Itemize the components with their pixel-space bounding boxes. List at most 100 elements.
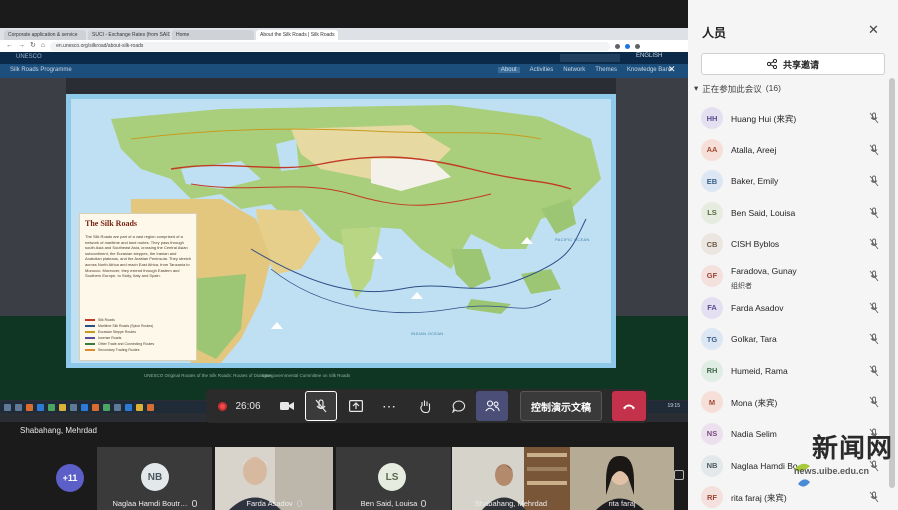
watermark-url: news.uibe.edu.cn <box>794 466 870 476</box>
nav-network[interactable]: Network <box>563 67 585 73</box>
browser-tab[interactable]: Home <box>172 30 254 40</box>
taskbar-app-icon[interactable] <box>103 403 110 411</box>
profile-icon[interactable] <box>635 43 641 49</box>
chat-button[interactable] <box>446 391 472 421</box>
browser-tab-active[interactable]: About the Silk Roads | Silk Roads <box>256 30 338 40</box>
leave-call-button[interactable] <box>612 391 646 421</box>
mic-off-icon[interactable] <box>869 270 879 282</box>
legend-item: Silk Roads <box>85 318 154 322</box>
hand-icon <box>420 400 431 413</box>
teams-window: Corporate application & service SUCI - E… <box>0 0 898 510</box>
participant-row[interactable]: HH Huang Hui (来宾) <box>688 104 888 136</box>
taskbar-app-icon[interactable] <box>59 403 66 411</box>
taskbar-app-icon[interactable] <box>92 403 99 411</box>
participant-tile[interactable]: NB Naglaa Hamdi Boutr… <box>97 447 212 510</box>
taskbar-app-icon[interactable] <box>37 403 44 411</box>
avatar: NS <box>701 422 723 445</box>
raise-hand-button[interactable] <box>412 391 438 421</box>
legend-label: Other Trade and Connecting Routes <box>98 342 155 346</box>
share-invite-button[interactable]: 共享邀请 <box>701 53 885 75</box>
language-selector[interactable]: ENGLISH <box>636 53 662 59</box>
taskbar-app-icon[interactable] <box>125 403 132 411</box>
nav-about[interactable]: About <box>497 67 520 73</box>
footer-link[interactable]: UNESCO Original Routes of the Silk Roads… <box>144 373 272 379</box>
more-participants-button[interactable]: +11 <box>56 464 84 492</box>
lightbox-close-icon[interactable]: ✕ <box>668 64 676 75</box>
extension-icon[interactable] <box>625 43 631 49</box>
back-icon[interactable]: ← <box>6 41 13 51</box>
participant-video-tile[interactable]: Farda Asadov <box>215 447 333 510</box>
legend-label: Secondary Trading Routes <box>98 348 140 352</box>
mic-off-icon[interactable] <box>869 144 879 156</box>
mic-off-icon[interactable] <box>869 302 879 314</box>
participant-row[interactable]: AA Atalla, Areej <box>688 136 888 168</box>
participant-video-tile[interactable]: Shabahang, Mehrdad <box>452 447 570 510</box>
participant-row[interactable]: CB CISH Byblos <box>688 230 888 262</box>
extension-icon[interactable] <box>615 43 621 49</box>
taskbar-app-icon[interactable] <box>26 403 33 411</box>
watermark-text: 新闻网 <box>812 434 894 464</box>
map-legend-box: The Silk Roads The Silk Roads are part o… <box>79 213 197 361</box>
participant-name: Humeid, Rama <box>731 365 788 376</box>
control-presentation-button[interactable]: 控制演示文稿 <box>520 391 602 421</box>
participant-tile[interactable]: LS Ben Said, Louisa <box>336 447 451 510</box>
browser-tab[interactable]: Corporate application & service <box>4 30 86 40</box>
browser-tab[interactable]: SUCI - Exchange Rates (from SAIC) <box>88 30 170 40</box>
presenter-name: Shabahang, Mehrdad <box>20 426 97 435</box>
mic-off-icon[interactable] <box>869 238 879 250</box>
participant-role: 组织者 <box>731 282 752 290</box>
participant-row[interactable]: EB Baker, Emily <box>688 167 888 199</box>
taskbar-app-icon[interactable] <box>147 403 154 411</box>
mic-off-icon[interactable] <box>869 112 879 124</box>
taskbar-app-icon[interactable] <box>81 403 88 411</box>
participant-name: Faradova, Gunay <box>731 265 797 276</box>
mic-off-icon[interactable] <box>869 333 879 345</box>
participant-row[interactable]: FA Farda Asadov <box>688 294 888 326</box>
legend-label: Incense Roads <box>98 336 122 340</box>
mic-off-icon[interactable] <box>869 207 879 219</box>
meeting-timer: 26:06 <box>235 400 261 412</box>
unesco-logo[interactable]: UNESCO <box>16 54 42 60</box>
legend-swatch <box>85 343 95 345</box>
panel-title: 人员 <box>702 26 727 40</box>
mic-off-icon[interactable] <box>869 365 879 377</box>
nav-themes[interactable]: Themes <box>595 67 617 73</box>
url-field[interactable]: en.unesco.org/silkroad/about-silk-roads <box>50 41 611 51</box>
taskbar-app-icon[interactable] <box>48 403 55 411</box>
avatar: GF <box>701 264 723 287</box>
nav-knowledge-bank[interactable]: Knowledge Bank <box>627 67 672 73</box>
site-search-input[interactable] <box>560 54 620 62</box>
programme-title[interactable]: Silk Roads Programme <box>10 67 72 73</box>
taskbar-search-icon[interactable] <box>15 403 22 411</box>
reload-icon[interactable]: ↻ <box>30 41 36 51</box>
legend-swatch <box>85 325 95 327</box>
home-icon[interactable]: ⌂ <box>41 41 45 51</box>
participant-row[interactable]: RH Humeid, Rama <box>688 357 888 389</box>
participant-row[interactable]: TG Golkar, Tara <box>688 325 888 357</box>
windows-start-icon[interactable] <box>4 403 11 411</box>
more-actions-icon[interactable]: ⋯ <box>376 391 402 421</box>
participant-video-tile[interactable]: rita faraj <box>570 447 674 510</box>
mic-button[interactable] <box>305 391 337 421</box>
unesco-header: UNESCO ENGLISH <box>0 52 688 64</box>
taskbar-app-icon[interactable] <box>114 403 121 411</box>
participant-row[interactable]: M Mona (来宾) <box>688 388 888 420</box>
panel-scrollbar[interactable] <box>889 78 895 488</box>
mic-off-icon[interactable] <box>869 175 879 187</box>
share-screen-button[interactable] <box>343 391 369 421</box>
participant-row[interactable]: GF Faradova, Gunay 组织者 <box>688 262 888 294</box>
forward-icon[interactable]: → <box>18 41 25 51</box>
people-button[interactable] <box>476 391 508 421</box>
pop-out-icon[interactable] <box>674 470 684 480</box>
participant-row[interactable]: LS Ben Said, Louisa <box>688 199 888 231</box>
in-meeting-section-toggle[interactable]: ▾ 正在参加此会议 (16) <box>694 83 781 95</box>
taskbar-app-icon[interactable] <box>70 403 77 411</box>
footer-link[interactable]: Intergovernmental Committee on Silk Road… <box>262 373 350 379</box>
nav-activities[interactable]: Activities <box>530 67 554 73</box>
taskbar-app-icon[interactable] <box>136 403 143 411</box>
mic-off-icon[interactable] <box>869 396 879 408</box>
avatar: LS <box>701 201 723 224</box>
participant-name: Mona (来宾) <box>731 398 778 409</box>
camera-button[interactable] <box>274 391 300 421</box>
close-icon[interactable]: ✕ <box>868 22 879 38</box>
